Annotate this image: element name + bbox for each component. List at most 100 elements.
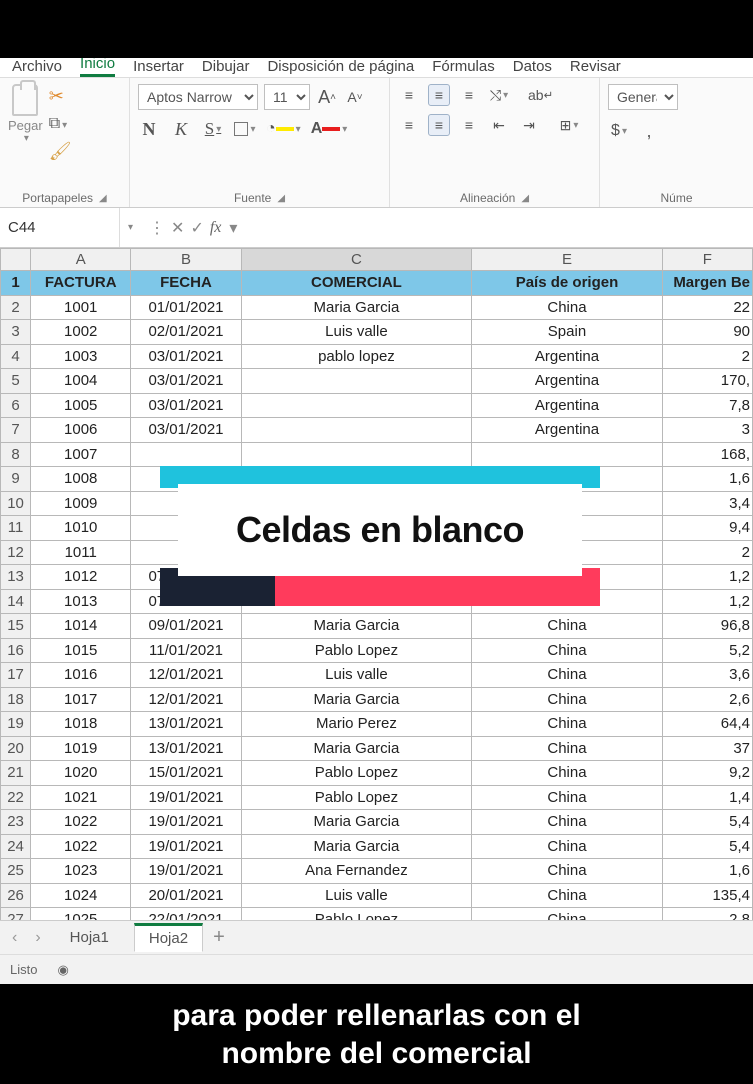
cell[interactable]: 1009 [31,491,131,516]
cell[interactable]: 1,2 [662,565,752,590]
cell[interactable]: 1010 [31,516,131,541]
cell[interactable]: 19/01/2021 [131,785,241,810]
cell[interactable]: 3,6 [662,663,752,688]
table-row[interactable]: 6100503/01/2021Argentina7,8 [1,393,753,418]
copy-icon[interactable]: ⧉▾ [49,115,72,133]
font-size-select[interactable]: 11 [264,84,310,110]
accounting-format-button[interactable]: $▾ [608,120,630,142]
row-header[interactable]: 5 [1,369,31,394]
cell[interactable]: 37 [662,736,752,761]
cell[interactable]: pablo lopez [241,344,472,369]
cell[interactable]: 01/01/2021 [131,295,241,320]
cell[interactable]: 1,6 [662,859,752,884]
row-header[interactable]: 16 [1,638,31,663]
clipboard-dialog-launcher-icon[interactable]: ◢ [99,193,107,204]
table-row[interactable]: 24102219/01/2021Maria GarciaChina5,4 [1,834,753,859]
sheet-nav-prev[interactable]: ‹ [8,929,21,947]
record-macro-icon[interactable]: ◉ [57,962,68,978]
cell[interactable]: 1023 [31,859,131,884]
cell[interactable]: 02/01/2021 [131,320,241,345]
cell[interactable]: Margen Be [662,271,752,296]
cell[interactable]: 168, [662,442,752,467]
cell[interactable]: 15/01/2021 [131,761,241,786]
cell[interactable]: 1005 [31,393,131,418]
cell[interactable]: 1003 [31,344,131,369]
comma-style-button[interactable]: , [638,120,660,142]
cell[interactable]: Luis valle [241,663,472,688]
cell[interactable] [241,393,472,418]
sheet-tab-hoja1[interactable]: Hoja1 [55,924,124,951]
row-header[interactable]: 26 [1,883,31,908]
cell[interactable]: Ana Fernandez [241,859,472,884]
row-header[interactable]: 10 [1,491,31,516]
cell[interactable]: Argentina [472,344,663,369]
cell[interactable]: 1022 [31,810,131,835]
cell[interactable]: 1001 [31,295,131,320]
cell[interactable]: China [472,638,663,663]
cell[interactable]: 9,4 [662,516,752,541]
cell[interactable]: 03/01/2021 [131,369,241,394]
cell[interactable]: 1020 [31,761,131,786]
cell[interactable]: 22 [662,295,752,320]
cell[interactable]: 7,8 [662,393,752,418]
cell[interactable]: FACTURA [31,271,131,296]
format-painter-icon[interactable]: 🖌 [49,141,72,162]
shrink-font-button[interactable]: A˅ [344,86,366,108]
cell[interactable]: Mario Perez [241,712,472,737]
cell[interactable]: 1012 [31,565,131,590]
cell[interactable]: 1,2 [662,589,752,614]
cell[interactable]: 1002 [31,320,131,345]
table-row[interactable]: 1FACTURAFECHACOMERCIALPaís de origenMarg… [1,271,753,296]
tab-revisar[interactable]: Revisar [570,58,621,77]
cell[interactable]: 20/01/2021 [131,883,241,908]
cell[interactable]: 1006 [31,418,131,443]
table-row[interactable]: 23102219/01/2021Maria GarciaChina5,4 [1,810,753,835]
cell[interactable]: 5,2 [662,638,752,663]
cell[interactable]: China [472,785,663,810]
cell[interactable]: 12/01/2021 [131,663,241,688]
cell[interactable]: China [472,295,663,320]
cell[interactable]: 19/01/2021 [131,810,241,835]
formula-input[interactable] [247,208,753,247]
cell[interactable]: Maria Garcia [241,736,472,761]
row-header[interactable]: 4 [1,344,31,369]
paste-button[interactable]: Pegar ▾ [8,84,43,144]
cell[interactable]: 90 [662,320,752,345]
cell[interactable]: Maria Garcia [241,614,472,639]
align-right-button[interactable]: ≡ [458,114,480,136]
cell[interactable]: 03/01/2021 [131,393,241,418]
cell[interactable]: China [472,712,663,737]
row-header[interactable]: 24 [1,834,31,859]
cell[interactable]: 1,4 [662,785,752,810]
table-row[interactable]: 18101712/01/2021Maria GarciaChina2,6 [1,687,753,712]
cell[interactable]: 1014 [31,614,131,639]
cell[interactable]: 2 [662,344,752,369]
cell[interactable]: FECHA [131,271,241,296]
col-header-E[interactable]: E [472,249,663,271]
add-sheet-button[interactable]: + [213,926,225,949]
cell[interactable]: 1022 [31,834,131,859]
col-header-F[interactable]: F [662,249,752,271]
table-row[interactable]: 3100202/01/2021Luis valleSpain90 [1,320,753,345]
cell[interactable]: Argentina [472,393,663,418]
cell[interactable]: 1017 [31,687,131,712]
cell[interactable]: 19/01/2021 [131,859,241,884]
table-row[interactable]: 81007168, [1,442,753,467]
table-row[interactable]: 5100403/01/2021Argentina170, [1,369,753,394]
bold-button[interactable]: N [138,118,160,140]
cell[interactable]: China [472,736,663,761]
cell[interactable]: 1008 [31,467,131,492]
cell[interactable]: Maria Garcia [241,834,472,859]
row-header[interactable]: 20 [1,736,31,761]
cell[interactable]: COMERCIAL [241,271,472,296]
cell[interactable]: 9,2 [662,761,752,786]
table-row[interactable]: 22102119/01/2021Pablo LopezChina1,4 [1,785,753,810]
table-row[interactable]: 25102319/01/2021Ana FernandezChina1,6 [1,859,753,884]
row-header[interactable]: 25 [1,859,31,884]
row-header[interactable]: 12 [1,540,31,565]
cell[interactable]: Pablo Lopez [241,785,472,810]
cell[interactable] [241,369,472,394]
alignment-dialog-launcher-icon[interactable]: ◢ [521,193,529,204]
col-header-B[interactable]: B [131,249,241,271]
fill-color-button[interactable]: ◔▾ [266,118,301,140]
